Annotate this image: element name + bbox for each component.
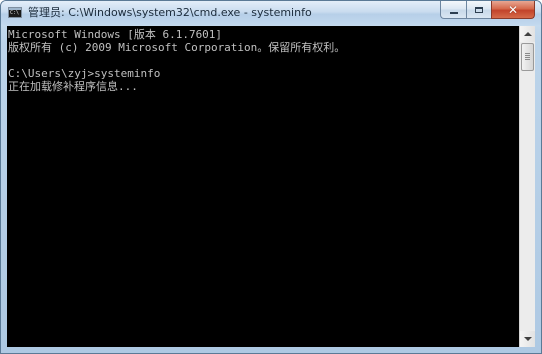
minimize-icon	[449, 12, 458, 14]
minimize-button[interactable]	[440, 1, 466, 19]
vertical-scrollbar[interactable]	[519, 26, 535, 347]
cmd-window: 管理员: C:\Windows\system32\cmd.exe - syste…	[0, 0, 542, 354]
console-line: Microsoft Windows [版本 6.1.7601]	[8, 28, 223, 41]
cmd-icon[interactable]	[8, 7, 22, 18]
scroll-up-button[interactable]	[520, 26, 535, 42]
scroll-up-arrow-icon	[523, 32, 532, 36]
console-output[interactable]: Microsoft Windows [版本 6.1.7601] 版权所有 (c)…	[7, 26, 519, 347]
maximize-button[interactable]	[466, 1, 491, 19]
title-bar[interactable]: 管理员: C:\Windows\system32\cmd.exe - syste…	[1, 1, 541, 25]
close-icon: ✕	[507, 2, 519, 17]
console-line: 正在加载修补程序信息...	[8, 80, 138, 93]
maximize-icon	[475, 6, 483, 13]
console-line: 版权所有 (c) 2009 Microsoft Corporation。保留所有…	[8, 41, 346, 54]
scroll-thumb[interactable]	[521, 43, 534, 71]
console-line: C:\Users\zyj>systeminfo	[8, 67, 161, 80]
scroll-down-arrow-icon	[523, 337, 532, 341]
window-title: 管理员: C:\Windows\system32\cmd.exe - syste…	[28, 6, 312, 19]
window-controls: ✕	[440, 1, 535, 20]
close-button[interactable]: ✕	[491, 1, 535, 19]
scroll-down-button[interactable]	[520, 331, 535, 347]
